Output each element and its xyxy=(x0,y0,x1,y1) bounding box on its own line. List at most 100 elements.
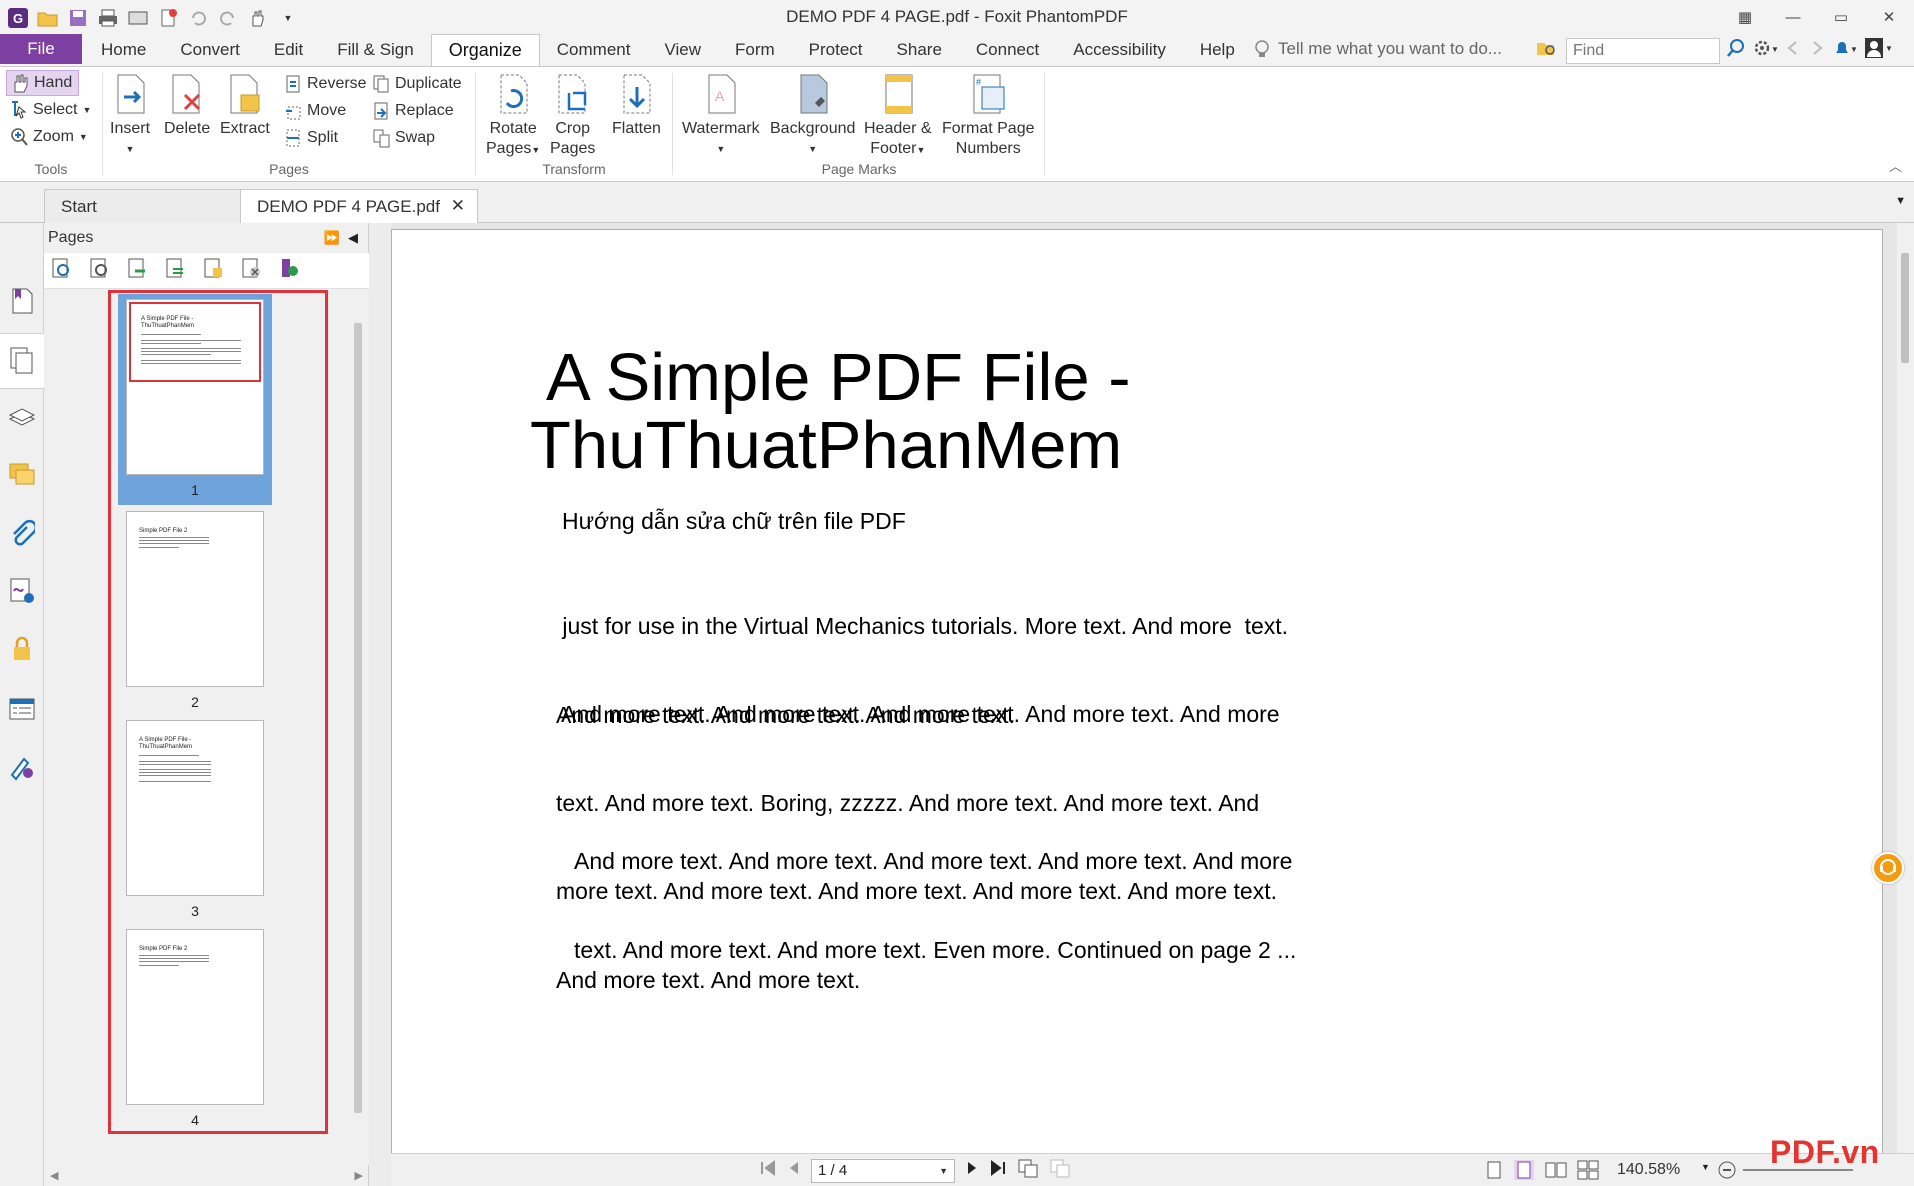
tab-edit[interactable]: Edit xyxy=(257,34,320,66)
extract-page-panel-icon[interactable] xyxy=(202,257,224,284)
enlarge-thumbnails-icon[interactable] xyxy=(50,257,72,284)
swap-button[interactable]: Swap xyxy=(372,125,435,151)
background-button[interactable]: Background ▼ xyxy=(770,73,855,159)
thumbnails-hscroll[interactable]: ◀ ▶ xyxy=(44,1165,369,1186)
tab-help[interactable]: Help xyxy=(1183,34,1252,66)
next-view-icon[interactable] xyxy=(1049,1158,1071,1183)
pages-panel-icon[interactable] xyxy=(0,333,44,389)
previous-view-icon[interactable] xyxy=(1017,1158,1039,1183)
rotate-pages-button[interactable]: Rotate Pages▼ xyxy=(486,73,540,160)
zoom-level[interactable]: 140.58% xyxy=(1617,1161,1680,1179)
flatten-button[interactable]: Flatten xyxy=(612,73,661,139)
facing-view-icon[interactable] xyxy=(1545,1160,1567,1185)
ribbon-display-icon[interactable]: ▦ xyxy=(1728,4,1762,30)
thumbnails-scrollbar[interactable] xyxy=(354,323,362,1113)
page-number-value: 1 / 4 xyxy=(818,1162,848,1179)
maximize-icon[interactable]: ▭ xyxy=(1824,4,1858,30)
tab-form[interactable]: Form xyxy=(718,34,792,66)
title-bar: G ▼ DEMO PDF 4 PAGE.pdf - Foxit PhantomP… xyxy=(0,0,1914,36)
document-scroll-thumb[interactable] xyxy=(1901,253,1909,363)
tab-fill-sign[interactable]: Fill & Sign xyxy=(320,34,431,66)
header-label-line2: Footer xyxy=(870,140,917,157)
zoom-dropdown-icon[interactable]: ▼ xyxy=(1701,1162,1710,1172)
tab-start[interactable]: Start xyxy=(44,189,244,223)
bookmarks-icon[interactable] xyxy=(6,285,38,317)
last-page-icon[interactable] xyxy=(989,1159,1007,1182)
minimize-icon[interactable]: — xyxy=(1776,4,1810,30)
tab-current-document[interactable]: DEMO PDF 4 PAGE.pdf ✕ xyxy=(240,189,478,223)
attachments-icon[interactable] xyxy=(6,517,38,549)
reverse-button[interactable]: Reverse xyxy=(284,71,367,97)
delete-button[interactable]: Delete xyxy=(164,73,210,139)
comments-icon[interactable] xyxy=(6,459,38,491)
pdf-page[interactable]: A Simple PDF File - ThuThuatPhanMem Hướn… xyxy=(391,229,1883,1153)
hand-tool-button[interactable]: Hand xyxy=(6,70,80,96)
file-tab[interactable]: File xyxy=(0,34,82,64)
search-icon[interactable] xyxy=(1726,38,1746,63)
format-page-numbers-button[interactable]: # Format Page Numbers xyxy=(942,73,1034,159)
page-number-field[interactable]: 1 / 4 ▼ xyxy=(811,1158,955,1183)
move-button[interactable]: Move xyxy=(284,98,346,124)
certification-icon[interactable] xyxy=(6,751,38,783)
tab-accessibility[interactable]: Accessibility xyxy=(1056,34,1183,66)
document-title-line1: A Simple PDF File - xyxy=(546,340,1131,415)
collapse-ribbon-icon[interactable]: ︿ xyxy=(1889,156,1902,175)
replace-button[interactable]: Replace xyxy=(372,98,454,124)
back-arrow-icon[interactable] xyxy=(1784,38,1802,63)
tab-connect[interactable]: Connect xyxy=(959,34,1056,66)
extract-button[interactable]: Extract xyxy=(220,73,270,139)
expand-panel-icon[interactable]: ⏩ xyxy=(324,230,340,246)
watermark-button[interactable]: A Watermark ▼ xyxy=(682,73,760,159)
page-navigation: 1 / 4 ▼ xyxy=(759,1158,1071,1183)
notification-bell-icon[interactable]: ▼ xyxy=(1832,38,1858,63)
content-structure-icon[interactable] xyxy=(6,693,38,725)
tell-me-box[interactable]: Tell me what you want to do... xyxy=(1254,39,1502,59)
scroll-left-icon[interactable]: ◀ xyxy=(50,1169,58,1182)
page-properties-icon[interactable] xyxy=(278,257,300,284)
document-scrollbar[interactable] xyxy=(1897,223,1914,1153)
search-options-icon[interactable] xyxy=(1536,38,1560,63)
insert-button[interactable]: Insert ▼ xyxy=(110,73,150,159)
reduce-thumbnails-icon[interactable] xyxy=(88,257,110,284)
single-page-view-icon[interactable] xyxy=(1485,1160,1503,1185)
account-avatar-icon[interactable]: ▼ xyxy=(1864,37,1893,64)
collapse-panel-icon[interactable]: ◀ xyxy=(348,230,358,246)
tab-convert[interactable]: Convert xyxy=(163,34,257,66)
tab-view[interactable]: View xyxy=(647,34,718,66)
close-tab-icon[interactable]: ✕ xyxy=(451,196,465,216)
replace-page-panel-icon[interactable] xyxy=(164,257,186,284)
help-support-icon[interactable] xyxy=(1872,852,1904,884)
tabs-dropdown-icon[interactable]: ▼ xyxy=(1895,195,1906,207)
duplicate-button[interactable]: Duplicate xyxy=(372,71,462,97)
split-button[interactable]: Split xyxy=(284,125,338,151)
forward-arrow-icon[interactable] xyxy=(1808,38,1826,63)
header-footer-button[interactable]: Header & Footer▼ xyxy=(864,73,932,160)
tab-home[interactable]: Home xyxy=(84,34,163,66)
close-icon[interactable]: ✕ xyxy=(1872,4,1906,30)
crop-pages-button[interactable]: Crop Pages xyxy=(550,73,595,159)
tab-organize[interactable]: Organize xyxy=(430,34,540,66)
select-tool-button[interactable]: Select ▼ xyxy=(10,97,91,123)
next-page-icon[interactable] xyxy=(965,1159,979,1182)
zoom-tool-button[interactable]: Zoom ▼ xyxy=(10,124,88,150)
continuous-facing-view-icon[interactable] xyxy=(1577,1160,1599,1185)
header-label-line1: Header & xyxy=(864,120,932,137)
tab-comment[interactable]: Comment xyxy=(540,34,648,66)
layers-icon[interactable] xyxy=(6,401,38,433)
continuous-view-icon[interactable] xyxy=(1513,1160,1535,1185)
signatures-icon[interactable] xyxy=(6,575,38,607)
tab-protect[interactable]: Protect xyxy=(792,34,880,66)
security-lock-icon[interactable] xyxy=(6,633,38,665)
panel-splitter[interactable] xyxy=(369,223,391,1186)
first-page-icon[interactable] xyxy=(759,1159,777,1182)
zoom-out-icon[interactable] xyxy=(1717,1160,1737,1185)
scroll-right-icon[interactable]: ▶ xyxy=(355,1169,363,1182)
previous-page-icon[interactable] xyxy=(787,1159,801,1182)
find-input[interactable] xyxy=(1566,37,1720,64)
delete-page-panel-icon[interactable] xyxy=(240,257,262,284)
zoom-label: Zoom xyxy=(33,128,74,145)
ribbon-separator xyxy=(672,73,673,175)
tab-share[interactable]: Share xyxy=(880,34,959,66)
insert-page-panel-icon[interactable] xyxy=(126,257,148,284)
settings-gear-icon[interactable]: ▼ xyxy=(1752,38,1779,63)
